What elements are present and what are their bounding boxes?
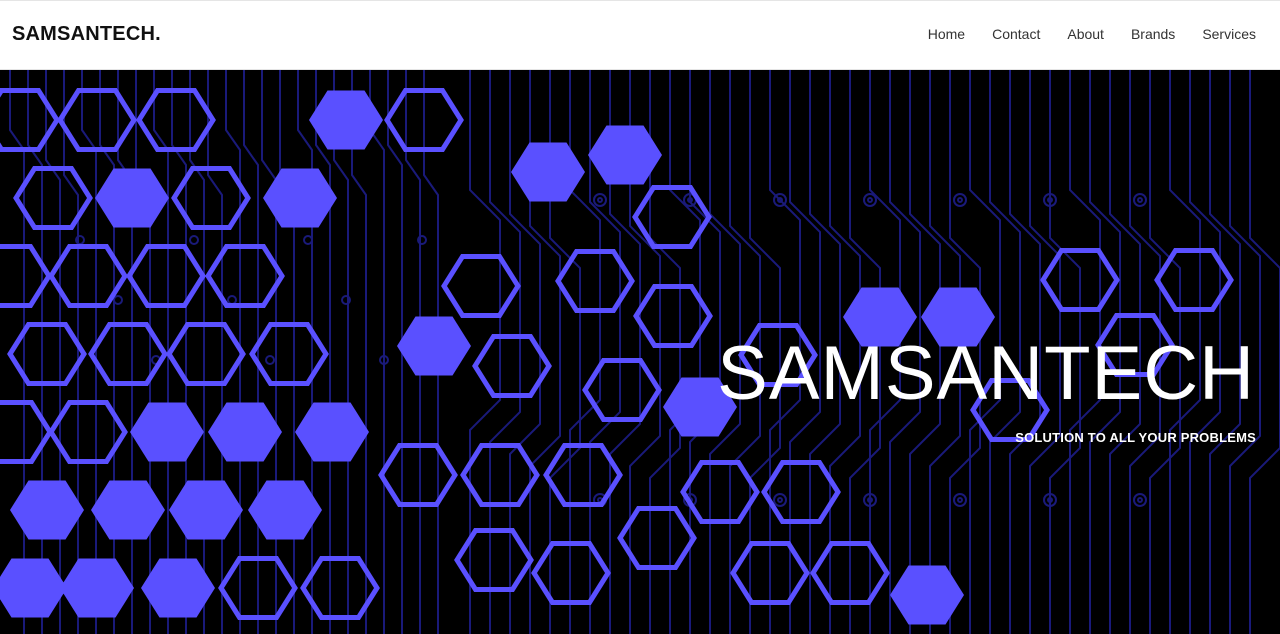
circuit-pad [265, 355, 275, 365]
circuit-trace [45, 70, 61, 634]
outline-hexagon [57, 88, 137, 152]
nav-menu: Home Contact About Brands Services [901, 26, 1256, 42]
circuit-trace [387, 70, 403, 634]
filled-hexagon [60, 558, 134, 618]
outline-hexagon [617, 506, 697, 570]
filled-hexagon [169, 480, 243, 540]
outline-hexagon [378, 443, 458, 507]
circuit-trace [489, 70, 521, 634]
circuit-trace [279, 70, 295, 634]
circuit-pad [777, 497, 783, 503]
filled-hexagon [0, 558, 67, 618]
circuit-pad [597, 197, 603, 203]
circuit-pad [1137, 497, 1143, 503]
filled-hexagon [309, 90, 383, 150]
outline-hexagon [582, 358, 662, 422]
outline-hexagon [543, 443, 623, 507]
hero-title: SAMSANTECH [717, 331, 1255, 416]
nav-link-brands[interactable]: Brands [1131, 26, 1175, 42]
outline-hexagon [166, 322, 246, 386]
outline-hexagon [472, 334, 552, 398]
circuit-trace [63, 70, 79, 634]
circuit-pad [957, 197, 963, 203]
outline-hexagon [454, 528, 534, 592]
filled-hexagon [295, 402, 369, 462]
circuit-pad [867, 197, 873, 203]
circuit-pad [189, 235, 199, 245]
outline-hexagon [441, 254, 521, 318]
outline-hexagon [633, 284, 713, 348]
outline-hexagon [7, 322, 87, 386]
circuit-trace [261, 70, 277, 634]
circuit-trace [297, 70, 313, 634]
circuit-pad [957, 497, 963, 503]
nav-link-about[interactable]: About [1067, 26, 1104, 42]
circuit-pad [1133, 493, 1147, 507]
outline-hexagon [88, 322, 168, 386]
filled-hexagon [95, 168, 169, 228]
outline-hexagon [249, 322, 329, 386]
filled-hexagon [130, 402, 204, 462]
circuit-trace [351, 70, 367, 634]
circuit-trace [99, 70, 115, 634]
outline-hexagon [680, 460, 760, 524]
circuit-trace [207, 70, 223, 634]
outline-hexagon [126, 244, 206, 308]
navbar: SAMSANTECH. Home Contact About Brands Se… [0, 0, 1280, 70]
circuit-pad [1133, 193, 1147, 207]
hero-subtitle: SOLUTION TO ALL YOUR PROBLEMS [1015, 430, 1256, 445]
hero-banner: SAMSANTECH SOLUTION TO ALL YOUR PROBLEMS [0, 70, 1280, 634]
circuit-pad [593, 193, 607, 207]
filled-hexagon [208, 402, 282, 462]
filled-hexagon [890, 565, 964, 625]
circuit-pad [953, 193, 967, 207]
circuit-trace [689, 70, 721, 634]
outline-hexagon [460, 443, 540, 507]
circuit-pad [953, 493, 967, 507]
circuit-trace [189, 70, 205, 634]
nav-link-home[interactable]: Home [928, 26, 965, 42]
outline-hexagon [761, 460, 841, 524]
circuit-trace [333, 70, 349, 634]
filled-hexagon [397, 316, 471, 376]
nav-link-contact[interactable]: Contact [992, 26, 1040, 42]
circuit-pad [863, 193, 877, 207]
circuit-pad [227, 295, 237, 305]
brand-logo[interactable]: SAMSANTECH. [12, 23, 161, 46]
nav-link-services[interactable]: Services [1202, 26, 1256, 42]
filled-hexagon [10, 480, 84, 540]
circuit-pad [113, 295, 123, 305]
filled-hexagon [248, 480, 322, 540]
circuit-pad [303, 235, 313, 245]
circuit-trace [135, 70, 151, 634]
outline-hexagon [205, 244, 285, 308]
circuit-trace [117, 70, 133, 634]
outline-hexagon [136, 88, 216, 152]
circuit-pad [1137, 197, 1143, 203]
circuit-trace [27, 70, 43, 634]
circuit-trace [171, 70, 187, 634]
circuit-trace [369, 70, 385, 634]
filled-hexagon [91, 480, 165, 540]
circuit-trace [225, 70, 241, 634]
circuit-pad [773, 493, 787, 507]
